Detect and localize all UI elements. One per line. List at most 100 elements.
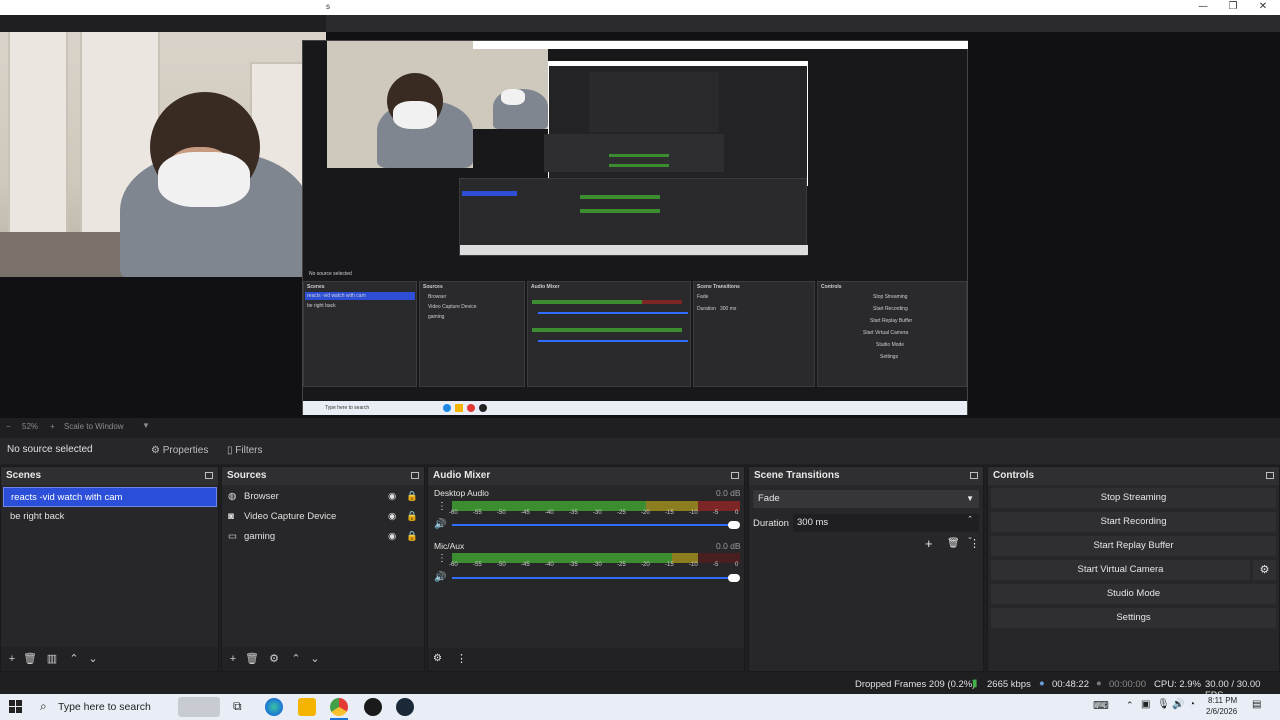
nested-scene-item: reacts -vid watch with cam [305,292,415,300]
tick-label: -25 [617,510,626,516]
dock-popout-icon[interactable] [411,472,419,479]
source-label: Browser [244,491,279,502]
speaker-icon[interactable]: 🔊 [434,519,446,530]
minimize-button[interactable]: — [1188,0,1218,15]
advanced-audio-icon[interactable]: ⚙ [433,653,442,664]
zoom-out-button[interactable]: − [6,422,11,431]
more-icon[interactable]: ⋮ [969,537,980,550]
scenes-footer: + 🗑 ▥ ⌃ ⌄ [1,647,218,671]
scene-item[interactable]: reacts -vid watch with cam [3,487,217,507]
add-icon[interactable]: + [925,536,933,551]
tick-label: -50 [497,562,506,568]
restore-button[interactable]: ❐ [1218,0,1248,15]
notification-icon[interactable]: ▤ [1252,699,1261,710]
transition-select[interactable]: Fade ▼ [753,490,979,508]
nested-capture: No source selected Scenes reacts -vid wa… [302,40,968,415]
virtual-camera-settings-gear-icon[interactable]: ⚙ [1253,560,1276,580]
camera-icon: ◙ [228,511,234,522]
zoom-in-button[interactable]: + [50,422,55,431]
nested-controls-title: Controls [821,284,842,290]
obs-icon[interactable] [364,698,382,716]
move-up-icon[interactable]: ⌃ [66,651,82,667]
more-icon[interactable]: ⋮ [456,652,467,665]
lock-icon[interactable]: 🔒 [406,527,418,547]
volume-icon[interactable]: 🔊 [1172,699,1184,710]
trash-icon[interactable]: 🗑 [947,538,960,549]
steam-icon[interactable] [396,698,414,716]
dock-popout-icon[interactable] [205,472,213,479]
tick-label: -55 [473,562,482,568]
window-title: s [326,2,330,11]
stream-time: 00:48:22 [1052,679,1089,690]
nested-source-item: gaming [428,314,445,320]
volume-knob[interactable] [728,574,740,582]
dock-popout-icon[interactable] [970,472,978,479]
start-virtual-camera-button[interactable]: Start Virtual Camera [991,560,1250,580]
network-icon[interactable]: ◔ [1189,699,1195,710]
chrome-icon[interactable] [330,698,348,716]
eye-icon[interactable]: ◉ [388,507,396,527]
trash-icon[interactable]: 🗑 [22,651,38,667]
close-button[interactable]: ✕ [1248,0,1278,15]
lock-icon[interactable]: 🔒 [406,507,418,527]
tray-icon[interactable]: ▣ [1141,699,1150,710]
settings-button[interactable]: Settings [991,608,1276,628]
clock-time[interactable]: 8:11 PM [1208,696,1237,705]
move-down-icon[interactable]: ⌄ [307,651,323,667]
properties-label: Properties [162,445,209,456]
source-item[interactable]: ▭ gaming ◉ 🔒 [222,527,424,547]
trash-icon[interactable]: 🗑 [244,651,260,667]
move-up-icon[interactable]: ⌃ [288,651,304,667]
studio-mode-button[interactable]: Studio Mode [991,584,1276,604]
dock-popout-icon[interactable] [731,472,739,479]
nested-duration: Duration [697,306,716,312]
more-icon[interactable]: ⋮ [437,501,447,512]
more-icon[interactable]: ⋮ [437,553,447,564]
search-highlight-image [178,697,220,717]
speaker-icon[interactable]: 🔊 [434,572,446,583]
taskbar: ⌕ Type here to search ⧉ ⌨ ⌃ ▣ 🎙 🔊 ◔ 8:11… [0,694,1280,720]
eye-icon[interactable]: ◉ [388,487,396,507]
start-recording-button[interactable]: Start Recording [991,512,1276,532]
eye-icon[interactable]: ◉ [388,527,396,547]
volume-slider[interactable] [452,524,734,526]
source-item[interactable]: ◙ Video Capture Device ◉ 🔒 [222,507,424,527]
scale-to-window[interactable]: Scale to Window [64,422,124,431]
chevron-down-icon: ▼ [966,494,974,503]
scale-dropdown-icon[interactable]: ▼ [142,421,150,430]
preview-canvas[interactable]: No source selected Scenes reacts -vid wa… [0,32,1280,418]
keyboard-icon[interactable]: ⌨ [1093,699,1109,712]
windows-start-icon[interactable] [9,700,22,713]
properties-button[interactable]: ⚙ Properties [145,442,214,460]
nested-duration-value: 300 ms [720,306,737,312]
filters-label: Filters [235,445,263,456]
stream-icon: ● [1039,678,1045,689]
volume-knob[interactable] [728,521,740,529]
search-icon[interactable]: ⌕ [40,699,47,714]
source-item[interactable]: ◍ Browser ◉ 🔒 [222,487,424,507]
scene-item[interactable]: be right back [3,507,217,527]
channel-name: Mic/Aux [434,541,465,551]
clock-date[interactable]: 2/6/2026 [1206,707,1237,716]
add-icon[interactable]: + [225,651,241,667]
dock-popout-icon[interactable] [1266,472,1274,479]
add-icon[interactable]: + [4,651,20,667]
tick-label: -30 [593,562,602,568]
chevron-up-icon[interactable]: ⌃ [1126,700,1134,711]
filters-button[interactable]: ▯ Filters [221,442,269,460]
duration-input[interactable]: 300 ms ⌃ ⌄ [793,514,979,541]
sources-title: Sources [222,467,424,485]
source-label: gaming [244,531,276,542]
move-down-icon[interactable]: ⌄ [85,651,101,667]
volume-slider[interactable] [452,577,734,579]
stop-streaming-button[interactable]: Stop Streaming [991,488,1276,508]
lock-icon[interactable]: 🔒 [406,487,418,507]
task-view-icon[interactable]: ⧉ [233,699,242,714]
file-explorer-icon[interactable] [298,698,316,716]
start-replay-buffer-button[interactable]: Start Replay Buffer [991,536,1276,556]
edge-icon[interactable] [265,698,283,716]
taskbar-search-input[interactable]: Type here to search [58,701,151,713]
mic-icon[interactable]: 🎙 [1157,699,1170,710]
filter-icon[interactable]: ▥ [44,651,60,667]
gear-icon[interactable]: ⚙ [266,651,282,667]
